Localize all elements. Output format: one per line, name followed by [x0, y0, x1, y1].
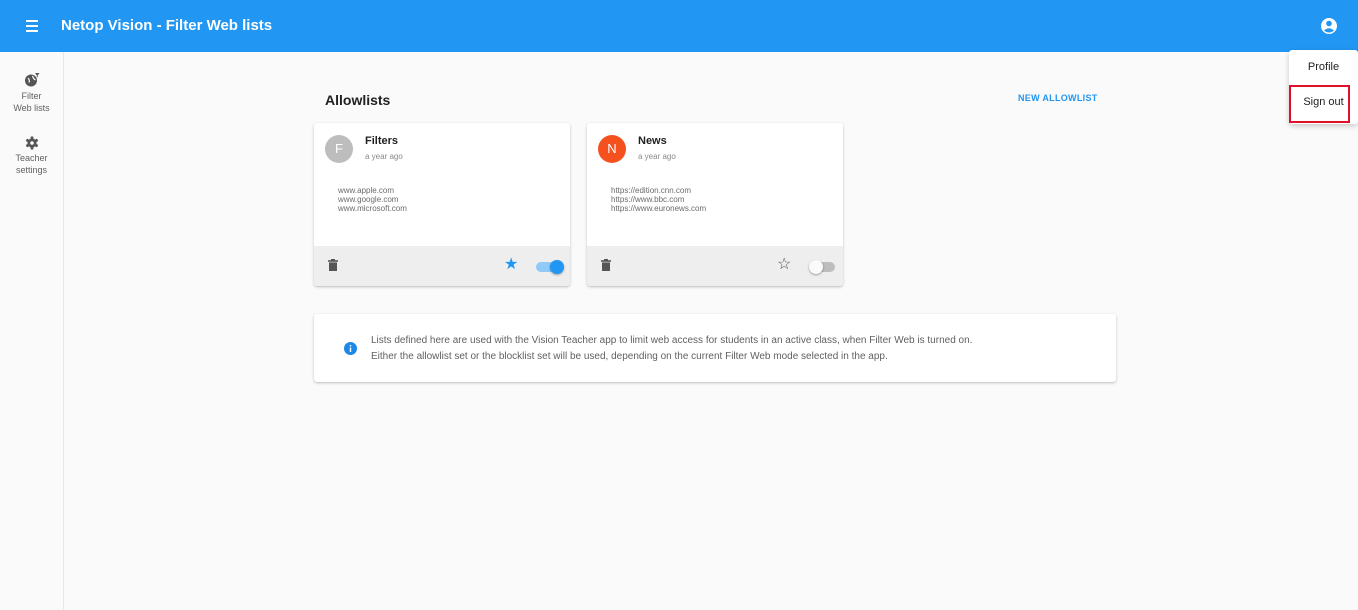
url-item: https://www.euronews.com	[611, 204, 707, 213]
menu-item-profile[interactable]: Profile	[1289, 61, 1358, 73]
avatar: F	[325, 135, 353, 163]
sidebar: Filter Web lists Teacher settings	[0, 52, 64, 610]
info-line: Lists defined here are used with the Vis…	[371, 335, 973, 346]
info-icon	[344, 342, 357, 355]
allowlist-card: F Filters a year ago www.apple.com www.g…	[314, 123, 570, 286]
enable-toggle[interactable]	[536, 260, 564, 274]
new-allowlist-button[interactable]: NEW ALLOWLIST	[1018, 93, 1098, 103]
card-actions: ★	[314, 246, 570, 286]
star-outline-icon[interactable]: ☆	[777, 257, 791, 273]
account-circle-icon[interactable]	[1318, 15, 1340, 37]
card-subtitle: a year ago	[638, 152, 676, 161]
url-item: www.google.com	[338, 195, 399, 204]
url-list: https://edition.cnn.com https://www.bbc.…	[611, 186, 706, 213]
app-title: Netop Vision - Filter Web lists	[61, 17, 273, 34]
gear-icon	[25, 136, 38, 150]
card-subtitle: a year ago	[365, 152, 403, 161]
trash-icon[interactable]	[328, 259, 338, 271]
app-bar: Netop Vision - Filter Web lists	[0, 0, 1358, 52]
avatar: N	[598, 135, 626, 163]
url-item: www.apple.com	[338, 186, 395, 195]
section-title: Allowlists	[325, 92, 391, 108]
trash-icon[interactable]	[601, 259, 611, 271]
sidebar-item-teacher-settings[interactable]: Teacher settings	[0, 136, 63, 176]
hamburger-icon[interactable]	[22, 16, 42, 36]
url-item: https://www.bbc.com	[611, 195, 685, 204]
url-item: https://edition.cnn.com	[611, 186, 692, 195]
allowlist-card: N News a year ago https://edition.cnn.co…	[587, 123, 843, 286]
sidebar-item-label: Filter Web lists	[13, 91, 50, 113]
sidebar-item-filter-web-lists[interactable]: Filter Web lists	[0, 72, 63, 114]
url-list: www.apple.com www.google.com www.microso…	[338, 186, 407, 213]
info-line: Either the allowlist set or the blocklis…	[371, 351, 888, 362]
info-text: Lists defined here are used with the Vis…	[371, 333, 972, 365]
globe-filter-icon	[24, 73, 39, 87]
card-title: News	[638, 135, 667, 147]
star-icon[interactable]: ★	[504, 257, 518, 273]
card-actions: ☆	[587, 246, 843, 286]
info-card: Lists defined here are used with the Vis…	[314, 314, 1116, 382]
sidebar-item-label: Teacher settings	[15, 153, 48, 175]
url-item: www.microsoft.com	[338, 204, 407, 213]
sign-out-highlight	[1289, 85, 1350, 123]
card-title: Filters	[365, 135, 399, 147]
enable-toggle[interactable]	[809, 260, 837, 274]
